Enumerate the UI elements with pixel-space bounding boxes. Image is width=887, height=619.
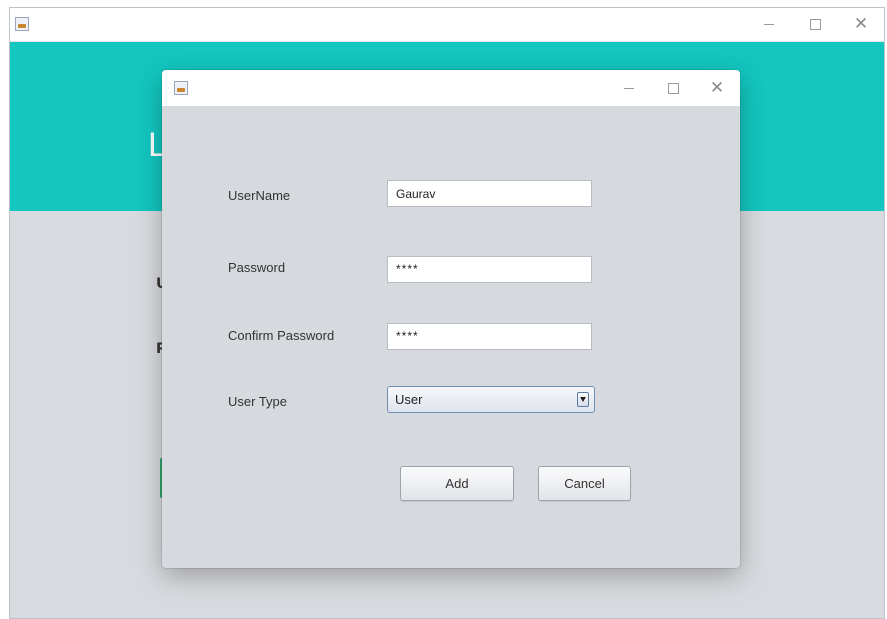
dialog-maximize-button[interactable] (650, 70, 696, 106)
main-minimize-button[interactable] (746, 8, 792, 41)
cancel-button[interactable]: Cancel (538, 466, 631, 501)
main-maximize-button[interactable] (792, 8, 838, 41)
chevron-down-icon[interactable] (577, 392, 589, 407)
java-app-icon (174, 81, 188, 95)
user-type-dropdown[interactable]: User (387, 386, 595, 413)
maximize-icon (809, 19, 821, 30)
minimize-icon (764, 24, 774, 25)
confirm-password-field[interactable]: **** (387, 323, 592, 350)
user-type-label: User Type (228, 394, 288, 409)
minimize-icon (624, 87, 634, 89)
username-field[interactable] (387, 180, 592, 207)
close-icon: ✕ (709, 77, 725, 98)
password-field[interactable]: **** (387, 256, 592, 283)
close-icon: ✕ (853, 14, 869, 34)
dialog-close-button[interactable]: ✕ (694, 70, 740, 106)
confirm-password-label: Confirm Password (228, 328, 335, 343)
dialog-minimize-button[interactable] (606, 70, 652, 106)
dialog-titlebar: ✕ (162, 70, 740, 106)
user-type-selected-value: User (395, 392, 423, 407)
maximize-icon (667, 82, 679, 94)
password-label: Password (228, 260, 286, 275)
main-close-button[interactable]: ✕ (838, 8, 884, 41)
add-button[interactable]: Add (400, 466, 514, 501)
add-user-dialog: ✕ UserName Password **** Confirm Passwor… (162, 70, 740, 568)
username-label: UserName (228, 188, 291, 203)
main-window-titlebar: ✕ (10, 8, 884, 42)
java-app-icon (15, 17, 29, 31)
